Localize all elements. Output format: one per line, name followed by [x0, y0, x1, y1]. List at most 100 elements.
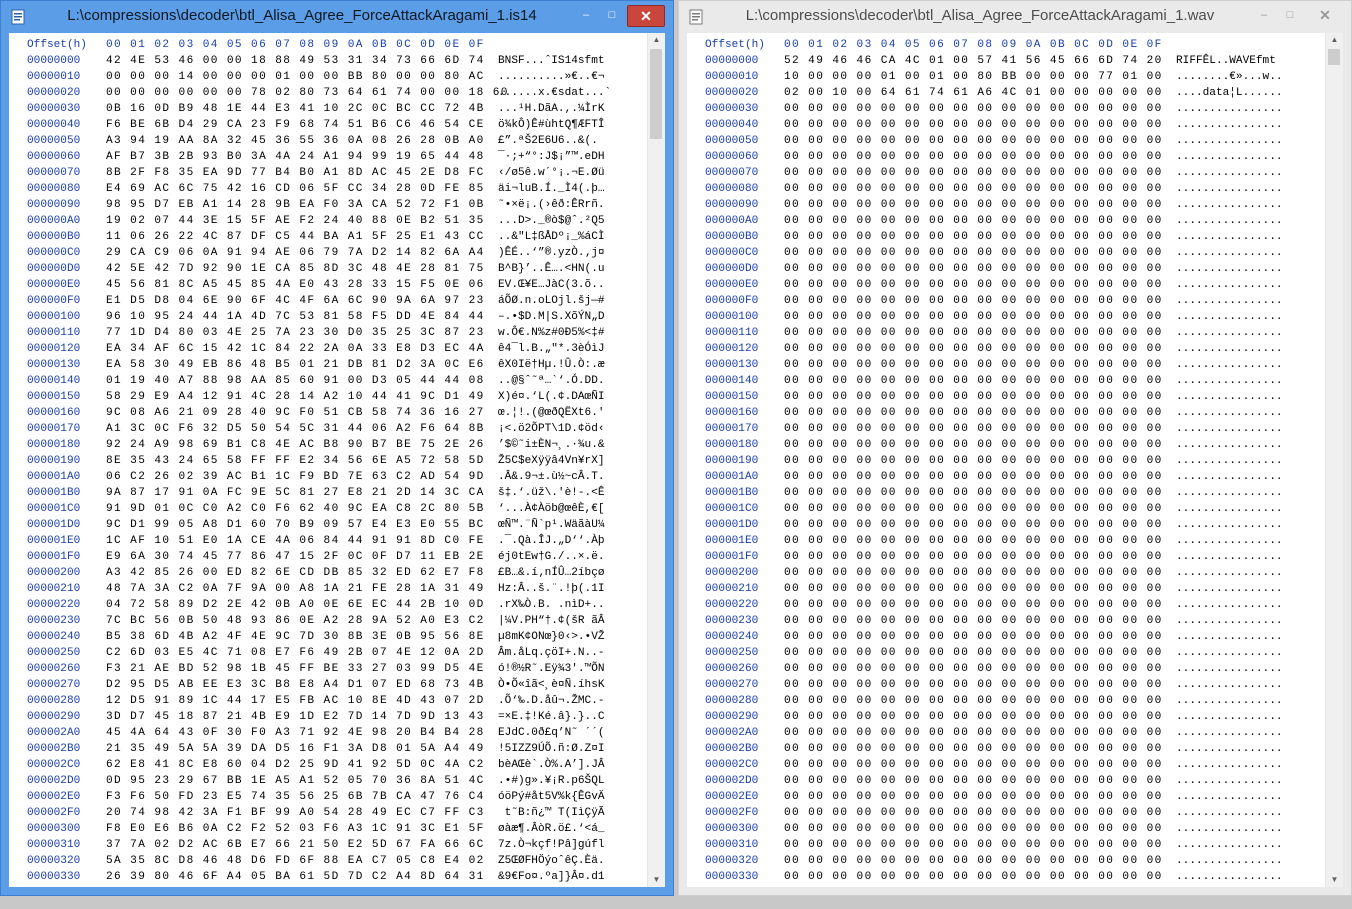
hex-row[interactable]: 00000060 00 00 00 00 00 00 00 00 00 00 00… [687, 145, 1326, 163]
hex-row[interactable]: 000000A0 19 02 07 44 3E 15 5F AE F2 24 40… [9, 209, 648, 227]
hex-row[interactable]: 00000230 7C BC 56 0B 50 48 93 86 0E A2 28… [9, 609, 648, 627]
hex-row[interactable]: 00000290 3D D7 45 18 87 21 4B E9 1D E2 7D… [9, 705, 648, 723]
hex-row[interactable]: 00000140 00 00 00 00 00 00 00 00 00 00 00… [687, 369, 1326, 387]
scroll-down-icon[interactable]: ▼ [648, 873, 665, 887]
close-button[interactable]: ✕ [1307, 5, 1343, 25]
hex-row[interactable]: 00000210 48 7A 3A C2 0A 7F 9A 00 A8 1A 21… [9, 577, 648, 595]
hex-row[interactable]: 00000180 92 24 A9 98 69 B1 C8 4E AC B8 90… [9, 433, 648, 451]
hex-view[interactable]: Offset(h) 00 01 02 03 04 05 06 07 08 09 … [687, 33, 1326, 887]
hex-row[interactable]: 00000070 8B 2F F8 35 EA 9D 77 B4 B0 A1 8D… [9, 161, 648, 179]
hex-row[interactable]: 00000130 EA 58 30 49 EB 86 48 B5 01 21 DB… [9, 353, 648, 371]
hex-row[interactable]: 00000110 77 1D D4 80 03 4E 25 7A 23 30 D0… [9, 321, 648, 339]
hex-row[interactable]: 00000250 00 00 00 00 00 00 00 00 00 00 00… [687, 641, 1326, 659]
hex-row[interactable]: 00000220 00 00 00 00 00 00 00 00 00 00 00… [687, 593, 1326, 611]
close-button[interactable]: ✕ [627, 5, 665, 27]
hex-row[interactable]: 000001A0 06 C2 26 02 39 AC B1 1C F9 BD 7E… [9, 465, 648, 483]
hex-row[interactable]: 00000020 00 00 00 00 00 00 78 02 80 73 64… [9, 81, 648, 99]
hex-row[interactable]: 00000170 A1 3C 0C F6 32 D5 50 54 5C 31 44… [9, 417, 648, 435]
hex-row[interactable]: 000002E0 F3 F6 50 FD 23 E5 74 35 56 25 6B… [9, 785, 648, 803]
hex-row[interactable]: 000000D0 42 5E 42 7D 92 90 1E CA 85 8D 3C… [9, 257, 648, 275]
hex-row[interactable]: 00000310 37 7A 02 D2 AC 6B E7 66 21 50 E2… [9, 833, 648, 851]
hex-row[interactable]: 000002E0 00 00 00 00 00 00 00 00 00 00 00… [687, 785, 1326, 803]
hex-row[interactable]: 00000160 00 00 00 00 00 00 00 00 00 00 00… [687, 401, 1326, 419]
hex-row[interactable]: 00000080 E4 69 AC 6C 75 42 16 CD 06 5F CC… [9, 177, 648, 195]
hex-row[interactable]: 000000E0 45 56 81 8C A5 45 85 4A E0 43 28… [9, 273, 648, 291]
hex-row[interactable]: 00000000 42 4E 53 46 00 00 18 88 49 53 31… [9, 49, 648, 67]
hex-row[interactable]: 00000250 C2 6D 03 E5 4C 71 08 E7 F6 49 2B… [9, 641, 648, 659]
hex-row[interactable]: 00000190 8E 35 43 24 65 58 FF FF E2 34 56… [9, 449, 648, 467]
hex-row[interactable]: 000001A0 00 00 00 00 00 00 00 00 00 00 00… [687, 465, 1326, 483]
hex-row[interactable]: 000002A0 45 4A 64 43 0F 30 F0 A3 71 92 4E… [9, 721, 648, 739]
hex-row[interactable]: 00000120 00 00 00 00 00 00 00 00 00 00 00… [687, 337, 1326, 355]
hex-row[interactable]: 00000080 00 00 00 00 00 00 00 00 00 00 00… [687, 177, 1326, 195]
hex-row[interactable]: 00000000 52 49 46 46 CA 4C 01 00 57 41 56… [687, 49, 1326, 67]
hex-row[interactable]: 00000030 0B 16 0D B9 48 1E 44 E3 41 10 2C… [9, 97, 648, 115]
hex-row[interactable]: 000001D0 00 00 00 00 00 00 00 00 00 00 00… [687, 513, 1326, 531]
hex-row[interactable]: 000000F0 00 00 00 00 00 00 00 00 00 00 00… [687, 289, 1326, 307]
row-hex-bytes[interactable]: 26 39 80 46 6F A4 05 BA 61 5D 7D C2 A4 8… [106, 869, 485, 885]
hex-row[interactable]: 000000B0 11 06 26 22 4C 87 DF C5 44 BA A1… [9, 225, 648, 243]
hex-row[interactable]: 00000280 00 00 00 00 00 00 00 00 00 00 00… [687, 689, 1326, 707]
hex-row[interactable]: 00000220 04 72 58 89 D2 2E 42 0B A0 0E 6E… [9, 593, 648, 611]
hex-row[interactable]: 00000310 00 00 00 00 00 00 00 00 00 00 00… [687, 833, 1326, 851]
hex-row[interactable]: 00000330 00 00 00 00 00 00 00 00 00 00 00… [687, 865, 1326, 883]
hex-row[interactable]: 000001E0 00 00 00 00 00 00 00 00 00 00 00… [687, 529, 1326, 547]
hex-row[interactable]: 00000130 00 00 00 00 00 00 00 00 00 00 00… [687, 353, 1326, 371]
hex-row[interactable]: 00000300 00 00 00 00 00 00 00 00 00 00 00… [687, 817, 1326, 835]
hex-row[interactable]: 00000120 EA 34 AF 6C 15 42 1C 84 22 2A 0A… [9, 337, 648, 355]
scroll-down-icon[interactable]: ▼ [1326, 873, 1343, 887]
hex-row[interactable]: 00000280 12 D5 91 89 1C 44 17 E5 FB AC 10… [9, 689, 648, 707]
hex-row[interactable]: 00000040 00 00 00 00 00 00 00 00 00 00 00… [687, 113, 1326, 131]
hex-row[interactable]: 00000300 F8 E0 E6 B6 0A C2 F2 52 03 F6 A3… [9, 817, 648, 835]
hex-row[interactable]: 00000200 A3 42 85 26 00 ED 82 6E CD DB 85… [9, 561, 648, 579]
hex-row[interactable]: 00000190 00 00 00 00 00 00 00 00 00 00 00… [687, 449, 1326, 467]
hex-row[interactable]: 00000180 00 00 00 00 00 00 00 00 00 00 00… [687, 433, 1326, 451]
scroll-up-icon[interactable]: ▲ [648, 33, 665, 47]
hex-row[interactable]: 00000010 00 00 00 14 00 00 00 01 00 00 BB… [9, 65, 648, 83]
hex-row[interactable]: 00000090 98 95 D7 EB A1 14 28 9B EA F0 3A… [9, 193, 648, 211]
scroll-up-icon[interactable]: ▲ [1326, 33, 1343, 47]
hex-row[interactable]: 000002C0 00 00 00 00 00 00 00 00 00 00 00… [687, 753, 1326, 771]
hex-row[interactable]: 000001D0 9C D1 99 05 A8 D1 60 70 B9 09 57… [9, 513, 648, 531]
hex-row[interactable]: 00000050 00 00 00 00 00 00 00 00 00 00 00… [687, 129, 1326, 147]
hex-row[interactable]: 000000D0 00 00 00 00 00 00 00 00 00 00 00… [687, 257, 1326, 275]
hex-row[interactable]: 000000C0 00 00 00 00 00 00 00 00 00 00 00… [687, 241, 1326, 259]
hex-editor-window-wav[interactable]: L:\compressions\decoder\btl_Alisa_Agree_… [678, 0, 1352, 896]
hex-row[interactable]: 000001F0 E9 6A 30 74 45 77 86 47 15 2F 0C… [9, 545, 648, 563]
hex-row[interactable]: 00000170 00 00 00 00 00 00 00 00 00 00 00… [687, 417, 1326, 435]
row-text[interactable]: ................ [1176, 869, 1283, 885]
title-bar[interactable]: L:\compressions\decoder\btl_Alisa_Agree_… [1, 1, 673, 32]
row-text[interactable]: &9€Fo¤.ºa]}Â¤.d1 [498, 869, 605, 885]
hex-row[interactable]: 000002B0 21 35 49 5A 5A 39 DA D5 16 F1 3A… [9, 737, 648, 755]
hex-row[interactable]: 00000330 26 39 80 46 6F A4 05 BA 61 5D 7D… [9, 865, 648, 883]
hex-view[interactable]: Offset(h) 00 01 02 03 04 05 06 07 08 09 … [9, 33, 648, 887]
hex-row[interactable]: 00000240 B5 38 6D 4B A2 4F 4E 9C 7D 30 8B… [9, 625, 648, 643]
hex-row[interactable]: 00000110 00 00 00 00 00 00 00 00 00 00 00… [687, 321, 1326, 339]
hex-row[interactable]: 00000270 00 00 00 00 00 00 00 00 00 00 00… [687, 673, 1326, 691]
row-hex-bytes[interactable]: 00 00 00 00 00 00 00 00 00 00 00 00 00 0… [784, 869, 1163, 885]
hex-editor-window-is14[interactable]: L:\compressions\decoder\btl_Alisa_Agree_… [0, 0, 674, 896]
scroll-thumb[interactable] [1328, 49, 1340, 65]
hex-row[interactable]: 000000A0 00 00 00 00 00 00 00 00 00 00 00… [687, 209, 1326, 227]
hex-row[interactable]: 00000100 96 10 95 24 44 1A 4D 7C 53 81 58… [9, 305, 648, 323]
scroll-thumb[interactable] [650, 49, 662, 139]
hex-row[interactable]: 00000160 9C 08 A6 21 09 28 40 9C F0 51 CB… [9, 401, 648, 419]
maximize-button[interactable]: □ [1279, 5, 1301, 25]
hex-row[interactable]: 00000100 00 00 00 00 00 00 00 00 00 00 00… [687, 305, 1326, 323]
hex-row[interactable]: 00000260 F3 21 AE BD 52 98 1B 45 FF BE 33… [9, 657, 648, 675]
hex-row[interactable]: 000002D0 0D 95 23 29 67 BB 1E A5 A1 52 05… [9, 769, 648, 787]
hex-row[interactable]: 00000140 01 19 40 A7 88 98 AA 85 60 91 00… [9, 369, 648, 387]
hex-row[interactable]: 000001B0 00 00 00 00 00 00 00 00 00 00 00… [687, 481, 1326, 499]
vertical-scrollbar[interactable]: ▲ ▼ [647, 33, 665, 887]
hex-row[interactable]: 00000200 00 00 00 00 00 00 00 00 00 00 00… [687, 561, 1326, 579]
hex-row[interactable]: 00000070 00 00 00 00 00 00 00 00 00 00 00… [687, 161, 1326, 179]
hex-row[interactable]: 00000030 00 00 00 00 00 00 00 00 00 00 00… [687, 97, 1326, 115]
hex-row[interactable]: 00000290 00 00 00 00 00 00 00 00 00 00 00… [687, 705, 1326, 723]
maximize-button[interactable]: □ [601, 5, 623, 25]
hex-row[interactable]: 000001C0 91 9D 01 0C C0 A2 C0 F6 62 40 9C… [9, 497, 648, 515]
hex-row[interactable]: 00000040 F6 BE 6B D4 29 CA 23 F9 68 74 51… [9, 113, 648, 131]
hex-row[interactable]: 00000260 00 00 00 00 00 00 00 00 00 00 00… [687, 657, 1326, 675]
hex-row[interactable]: 00000320 5A 35 8C D8 46 48 D6 FD 6F 88 EA… [9, 849, 648, 867]
hex-row[interactable]: 000000C0 29 CA C9 06 0A 91 94 AE 06 79 7A… [9, 241, 648, 259]
row-offset[interactable]: 00000330 [705, 869, 758, 885]
